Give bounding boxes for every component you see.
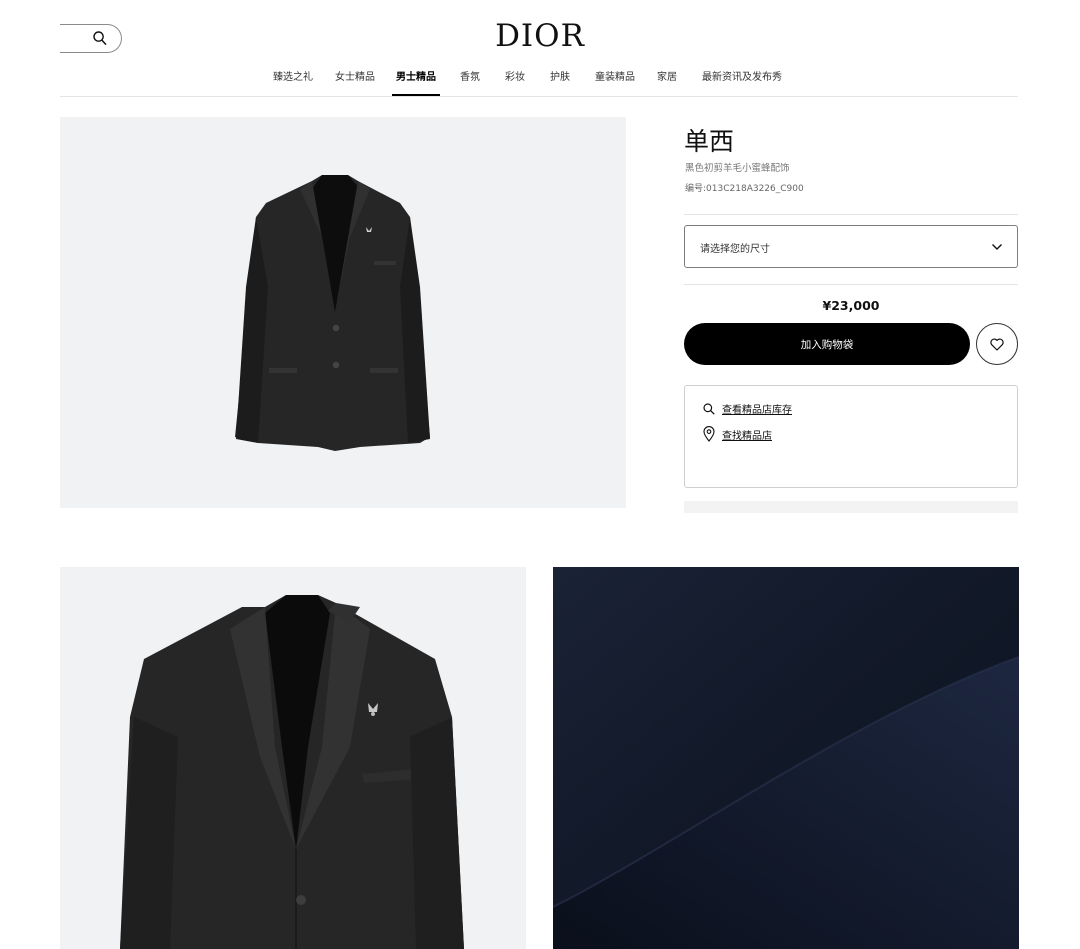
nav-item-men[interactable]: 男士精品	[392, 66, 440, 96]
wishlist-button[interactable]	[976, 323, 1018, 365]
check-store-stock-link[interactable]: 查看精品店库存	[703, 401, 792, 416]
search-icon	[703, 402, 715, 415]
nav-item-makeup[interactable]: 彩妆	[505, 66, 525, 96]
heart-icon	[990, 338, 1004, 351]
dior-logo[interactable]: DIOR	[0, 18, 1080, 54]
size-select-label: 请选择您的尺寸	[700, 244, 770, 255]
product-title: 单西	[684, 127, 735, 156]
product-detail-image-fabric[interactable]	[553, 567, 1019, 949]
product-subtitle: 黑色初剪羊毛小蜜蜂配饰	[685, 163, 790, 174]
divider	[684, 214, 1018, 215]
check-store-stock-label: 查看精品店库存	[722, 405, 792, 416]
nav-item-women[interactable]: 女士精品	[335, 66, 375, 96]
product-main-image[interactable]	[60, 117, 626, 508]
divider	[684, 284, 1018, 285]
nav-item-home[interactable]: 家居	[657, 66, 677, 96]
nav-divider	[60, 96, 1018, 97]
nav-item-kids[interactable]: 童装精品	[595, 66, 635, 96]
chevron-down-icon	[992, 244, 1002, 250]
reference-label: 编号:	[685, 184, 707, 194]
reference-value: 013C218A3226_C900	[706, 184, 804, 194]
find-store-link[interactable]: 查找精品店	[703, 426, 772, 442]
product-detail-image-jacket[interactable]	[60, 567, 526, 949]
nav-item-gifts[interactable]: 臻选之礼	[273, 66, 313, 96]
nav-item-fragrance[interactable]: 香氛	[460, 66, 480, 96]
size-select[interactable]: 请选择您的尺寸	[684, 225, 1018, 268]
nav-item-news-shows[interactable]: 最新资讯及发布秀	[702, 66, 782, 96]
find-store-label: 查找精品店	[722, 430, 772, 442]
store-availability-box: 查看精品店库存 查找精品店	[684, 385, 1018, 488]
nav-item-skincare[interactable]: 护肤	[550, 66, 570, 96]
info-panel-strip	[684, 501, 1018, 513]
location-pin-icon	[703, 426, 715, 442]
product-price: ¥23,000	[822, 298, 880, 313]
product-reference: 编号:013C218A3226_C900	[685, 181, 804, 194]
add-to-bag-button[interactable]: 加入购物袋	[684, 323, 970, 365]
main-nav: 臻选之礼 女士精品 男士精品 香氛 彩妆 护肤 童装精品 家居 最新资讯及发布秀	[0, 66, 1080, 96]
